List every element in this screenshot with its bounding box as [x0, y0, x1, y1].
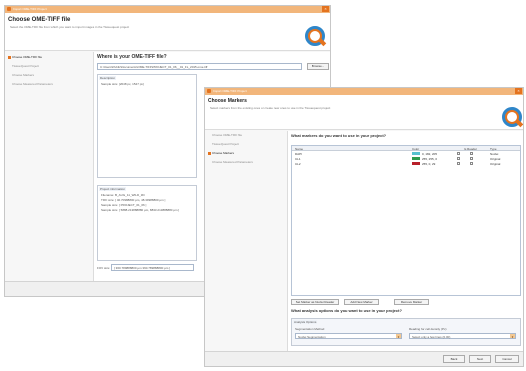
- fov-input[interactable]: [ 360.789888800 µm 360.789888800 µm ]: [111, 264, 194, 271]
- back-window-title: Import OME-TIFF Project: [13, 7, 47, 11]
- chevron-down-icon: ▾: [510, 334, 515, 339]
- nav-item-parameters[interactable]: Choose Measured Parameters: [212, 160, 253, 164]
- nav-item-markers[interactable]: Choose Markers: [12, 73, 34, 77]
- nav-active-marker-icon: [8, 56, 11, 59]
- nav-item-parameters[interactable]: Choose Measured Parameters: [12, 82, 53, 86]
- description-title: Description: [99, 76, 117, 80]
- nav-item-choose-file[interactable]: Choose OME-TIFF file: [12, 55, 42, 59]
- description-box: Description Sample size: [2048 px, 1547 …: [97, 74, 197, 178]
- description-text: Sample size: [2048 px, 1547 px]: [101, 82, 144, 86]
- front-window: Import OME-TIFF Project × Choose Markers…: [204, 87, 524, 367]
- segmentation-label: Segmentation Method: [295, 327, 325, 331]
- nav-item-project[interactable]: TissueQuest Project: [12, 64, 39, 68]
- nav-item-project[interactable]: TissueQuest Project: [212, 142, 239, 146]
- nav-item-choose-file[interactable]: Choose OME-TIFF file: [212, 133, 242, 137]
- chevron-down-icon: ▾: [396, 334, 401, 339]
- project-info-title: Project information: [99, 187, 127, 191]
- back-button[interactable]: Back: [443, 355, 465, 363]
- page-subtitle: Select the OME-TIFF file from which you …: [10, 25, 130, 29]
- wizard-nav: Choose OME-TIFF file TissueQuest Project…: [205, 131, 287, 356]
- table-row[interactable]: CL2 255, 0, 29 Original: [292, 161, 520, 166]
- page-title: Choose Markers: [208, 98, 247, 104]
- fov-label: FOV size:: [97, 266, 111, 270]
- segmentation-select[interactable]: Nuclei Segmentation ▾: [295, 333, 402, 339]
- remove-marker-button[interactable]: Remove Marker: [394, 299, 429, 305]
- page-title: Choose OME-TIFF file: [8, 17, 71, 23]
- app-icon: [7, 7, 11, 11]
- file-question: Where is your OME-TIFF file?: [97, 54, 167, 60]
- marker-color-swatch[interactable]: [412, 162, 420, 165]
- markers-question: What markers do you want to use in your …: [291, 133, 387, 138]
- is-reader-checkbox[interactable]: [457, 157, 460, 160]
- front-window-footer: Back Next Cancel: [205, 351, 523, 366]
- nav-item-markers[interactable]: Choose Markers: [212, 151, 234, 155]
- markers-table[interactable]: Name Color Is Reader Type DAPI 0, 182, 2…: [291, 145, 521, 296]
- close-button[interactable]: ×: [515, 88, 522, 94]
- analysis-options-title: Analysis Options: [293, 320, 318, 324]
- marker-color-swatch[interactable]: [412, 157, 420, 160]
- front-window-title: Import OME-TIFF Project: [213, 89, 247, 93]
- file-path-input[interactable]: C:\Users\Public\Documents\OME-TIFF\PROJE…: [97, 63, 302, 70]
- app-logo-icon: [305, 26, 327, 48]
- options-question: What analysis options do you want to use…: [291, 308, 402, 313]
- project-info-line: TIFF size: [ 40.70988800 µm, 48.39988800…: [101, 198, 166, 202]
- pixel-select[interactable]: Select only a few lines (0.00) ▾: [409, 333, 516, 339]
- analysis-options-box: Analysis Options Segmentation Method Nuc…: [291, 318, 521, 346]
- project-info-box: Project information Filename: B_AUG_11_W…: [97, 185, 197, 261]
- marker-color-swatch[interactable]: [412, 152, 420, 155]
- nav-active-marker-icon: [208, 152, 211, 155]
- project-info-line: Sample size: [ 5888.213888880 µm, 8833.2…: [101, 208, 180, 212]
- close-button[interactable]: ×: [322, 6, 329, 12]
- marker-type: Original: [490, 162, 501, 166]
- back-window-header: Choose OME-TIFF file Select the OME-TIFF…: [5, 13, 330, 51]
- next-button[interactable]: Next: [469, 355, 491, 363]
- is-reader-checkbox[interactable]: [470, 162, 473, 165]
- project-info-line: Filename: B_AUG_11_WILD_3D: [101, 193, 145, 197]
- browse-button[interactable]: Browse...: [307, 63, 329, 70]
- set-reader-button[interactable]: Set Marker as Nuclei Reader: [291, 299, 339, 305]
- project-info-line: Sample size: [ PROJECT_01_06 ]: [101, 203, 147, 207]
- cancel-button[interactable]: Cancel: [495, 355, 519, 363]
- is-reader-checkbox[interactable]: [457, 162, 460, 165]
- front-window-header: Choose Markers Select markers from the e…: [205, 95, 523, 130]
- is-reader-checkbox[interactable]: [457, 152, 460, 155]
- page-subtitle: Select markers from the existing ones or…: [210, 106, 331, 110]
- front-window-titlebar: Import OME-TIFF Project ×: [205, 88, 523, 95]
- marker-color-value: 255, 0, 29: [422, 162, 436, 166]
- app-logo-icon: [502, 107, 523, 129]
- is-reader-checkbox[interactable]: [470, 157, 473, 160]
- front-window-content: What markers do you want to use in your …: [287, 131, 523, 354]
- add-marker-button[interactable]: Add New Marker: [344, 299, 379, 305]
- pixel-label: Reading for cell density (Px): [409, 327, 447, 331]
- is-reader-checkbox[interactable]: [470, 152, 473, 155]
- back-window-titlebar: Import OME-TIFF Project ×: [5, 6, 330, 13]
- wizard-nav: Choose OME-TIFF file TissueQuest Project…: [5, 52, 93, 282]
- app-icon: [207, 89, 211, 93]
- marker-name: CL2: [295, 162, 301, 166]
